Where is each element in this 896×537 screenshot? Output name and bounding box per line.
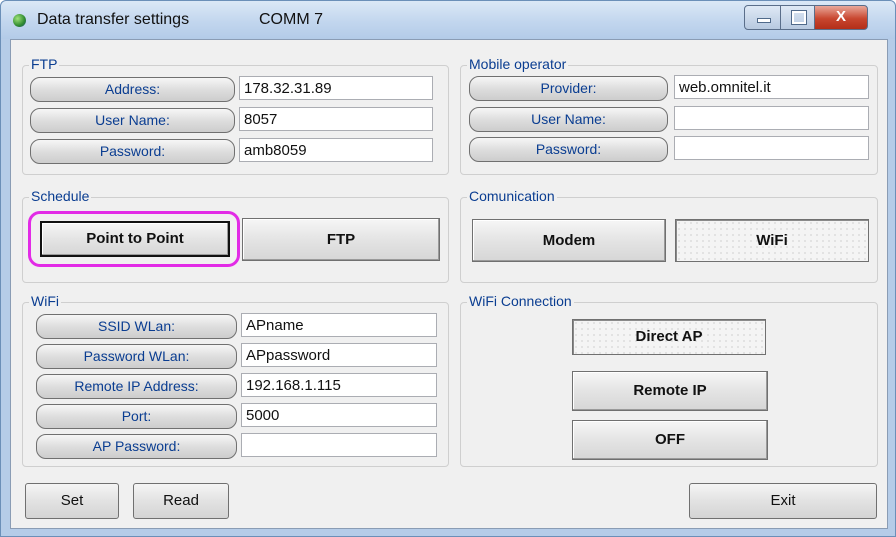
mobile-password-label: Password: xyxy=(469,137,668,162)
ftp-group-label: FTP xyxy=(29,56,60,72)
app-window: Data transfer settings COMM 7 X FTP Addr… xyxy=(0,0,896,537)
maximize-icon xyxy=(791,10,807,25)
wifi-password-field[interactable]: APpassword xyxy=(241,343,437,367)
mobile-operator-group-label: Mobile operator xyxy=(467,56,569,72)
read-button[interactable]: Read xyxy=(133,483,229,519)
wifi-ap-password-label: AP Password: xyxy=(36,434,237,459)
schedule-ftp-button[interactable]: FTP xyxy=(242,218,440,261)
title-bar[interactable]: Data transfer settings COMM 7 X xyxy=(1,1,895,39)
maximize-button[interactable] xyxy=(780,5,816,30)
ftp-address-field[interactable]: 178.32.31.89 xyxy=(239,76,433,100)
wifi-connection-group-label: WiFi Connection xyxy=(467,293,574,309)
ftp-address-label: Address: xyxy=(30,77,235,102)
close-button[interactable]: X xyxy=(814,5,868,30)
set-button[interactable]: Set xyxy=(25,483,119,519)
wifi-ap-password-field[interactable] xyxy=(241,433,437,457)
wifi-remote-ip-field[interactable]: 192.168.1.115 xyxy=(241,373,437,397)
wifi-port-label: Port: xyxy=(36,404,237,429)
wifi-port-field[interactable]: 5000 xyxy=(241,403,437,427)
schedule-group-label: Schedule xyxy=(29,188,92,204)
mobile-password-field[interactable] xyxy=(674,136,869,160)
wifi-group-label: WiFi xyxy=(29,293,61,309)
app-globe-icon xyxy=(13,14,26,27)
wifi-ssid-label: SSID WLan: xyxy=(36,314,237,339)
communication-group-label: Comunication xyxy=(467,188,557,204)
ftp-password-label: Password: xyxy=(30,139,235,164)
close-icon: X xyxy=(835,8,846,25)
ftp-username-label: User Name: xyxy=(30,108,235,133)
mobile-provider-field[interactable]: web.omnitel.it xyxy=(674,75,869,99)
comm-port-label: COMM 7 xyxy=(259,11,323,28)
schedule-point-to-point-button[interactable]: Point to Point xyxy=(40,221,230,257)
mobile-username-field[interactable] xyxy=(674,106,869,130)
window-title: Data transfer settings xyxy=(37,11,190,28)
wifi-password-label: Password WLan: xyxy=(36,344,237,369)
wifi-ssid-field[interactable]: APname xyxy=(241,313,437,337)
minimize-button[interactable] xyxy=(744,5,782,30)
wifi-off-button[interactable]: OFF xyxy=(572,420,768,460)
ftp-username-field[interactable]: 8057 xyxy=(239,107,433,131)
dialog-client-area: FTP Address: 178.32.31.89 User Name: 805… xyxy=(10,39,888,529)
communication-wifi-button[interactable]: WiFi xyxy=(675,219,869,262)
minimize-icon xyxy=(757,18,771,23)
wifi-remote-ip-label: Remote IP Address: xyxy=(36,374,237,399)
wifi-direct-ap-button[interactable]: Direct AP xyxy=(572,319,766,355)
mobile-username-label: User Name: xyxy=(469,107,668,132)
exit-button[interactable]: Exit xyxy=(689,483,877,519)
mobile-provider-label: Provider: xyxy=(469,76,668,101)
ftp-password-field[interactable]: amb8059 xyxy=(239,138,433,162)
wifi-remote-ip-button[interactable]: Remote IP xyxy=(572,371,768,411)
communication-modem-button[interactable]: Modem xyxy=(472,219,666,262)
